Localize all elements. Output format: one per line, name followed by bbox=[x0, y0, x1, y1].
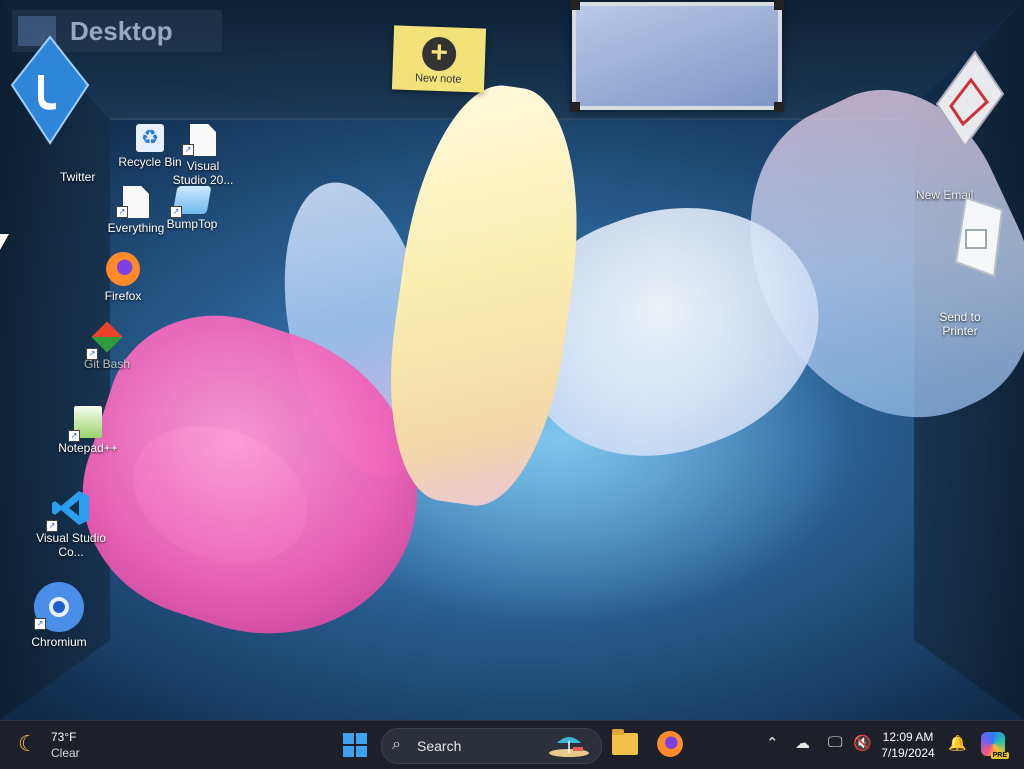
mouse-cursor-icon bbox=[0, 234, 9, 250]
frame-corner bbox=[774, 102, 784, 112]
windows-logo-tile bbox=[343, 746, 354, 757]
desktop-icon-new-email[interactable]: New Email bbox=[910, 50, 1005, 202]
printer-icon bbox=[932, 196, 1004, 284]
copilot-icon[interactable]: PRE bbox=[981, 732, 1009, 759]
onedrive-off-icon[interactable]: ☁ bbox=[795, 734, 810, 752]
desktop-icon-label: Firefox bbox=[104, 289, 142, 303]
desktop-icon-everything[interactable]: ↗ Everything bbox=[106, 186, 166, 235]
frame-corner bbox=[570, 0, 580, 10]
firefox-taskbar-icon[interactable] bbox=[657, 731, 683, 757]
shortcut-arrow-icon: ↗ bbox=[68, 430, 80, 442]
shortcut-arrow-icon: ↗ bbox=[86, 348, 98, 360]
wallpaper-petal bbox=[371, 75, 599, 515]
weather-temperature[interactable]: 73°F bbox=[51, 730, 76, 744]
shortcut-arrow-icon: ↗ bbox=[182, 144, 194, 156]
desktop-icon-chromium[interactable]: ↗ Chromium bbox=[28, 582, 90, 649]
desktop-icon-label: Visual Studio 20... bbox=[172, 159, 234, 187]
recycle-bin-icon: ♻ bbox=[136, 124, 164, 152]
desktop-icon-twitter[interactable]: Twitter bbox=[10, 35, 140, 184]
start-button[interactable] bbox=[343, 733, 367, 757]
desktop-icon-label: Send to Printer bbox=[939, 310, 981, 338]
twitter-icon bbox=[10, 35, 90, 145]
shortcut-arrow-icon: ↗ bbox=[116, 206, 128, 218]
picture-frame[interactable] bbox=[570, 0, 784, 112]
clock-date: 7/19/2024 bbox=[881, 746, 935, 760]
frame-corner bbox=[774, 0, 784, 10]
notifications-bell-icon[interactable]: 🔔 bbox=[948, 734, 967, 752]
windows-logo-tile bbox=[356, 746, 367, 757]
search-box[interactable]: ⌕ Search bbox=[381, 728, 602, 764]
desktop-icon-visual-studio[interactable]: ↗ Visual Studio 20... bbox=[170, 124, 236, 187]
desktop-icon-notepadpp[interactable]: ↗ Notepad++ bbox=[56, 406, 120, 455]
desktop-icon-firefox[interactable]: Firefox bbox=[96, 252, 150, 303]
weather-description[interactable]: Clear bbox=[51, 746, 80, 760]
network-icon[interactable]: 🖵 bbox=[828, 734, 842, 751]
volume-muted-icon[interactable]: 🔇 bbox=[853, 734, 872, 752]
file-explorer-icon[interactable] bbox=[612, 729, 638, 755]
desktop-icon-git-bash[interactable]: ↗ Git Bash bbox=[80, 321, 134, 371]
search-highlight-beach-icon bbox=[547, 733, 591, 757]
clock-time: 12:09 AM bbox=[882, 730, 934, 744]
new-note-button[interactable]: + New note bbox=[391, 25, 487, 93]
moon-icon[interactable]: ☾ bbox=[18, 732, 42, 756]
shortcut-arrow-icon: ↗ bbox=[170, 206, 182, 218]
search-label: Search bbox=[417, 738, 462, 754]
desktop-icon-send-to-printer[interactable]: Send to Printer bbox=[930, 196, 1004, 338]
windows-logo-tile bbox=[343, 733, 354, 744]
email-icon bbox=[917, 50, 1005, 148]
frame-corner bbox=[570, 102, 580, 112]
search-icon: ⌕ bbox=[392, 736, 401, 753]
shortcut-arrow-icon: ↗ bbox=[46, 520, 58, 532]
new-note-label: New note bbox=[414, 72, 462, 86]
desktop-icon-label: Visual Studio Co... bbox=[36, 531, 106, 559]
plus-icon: + bbox=[421, 36, 457, 72]
desktop-icon-label: Chromium bbox=[31, 635, 87, 649]
desktop-icon-label: Notepad++ bbox=[58, 441, 118, 455]
windows-logo-tile bbox=[356, 733, 367, 744]
desktop-icon-label: BumpTop bbox=[166, 217, 218, 231]
clock[interactable]: 12:09 AM 7/19/2024 bbox=[873, 729, 943, 761]
shortcut-arrow-icon: ↗ bbox=[34, 618, 46, 630]
chevron-up-icon[interactable]: ⌃ bbox=[766, 734, 779, 752]
taskbar: ☾ 73°F Clear ⌕ Search ⌃ ☁ 🖵 🔇 12:09 AM 7… bbox=[0, 720, 1024, 769]
desktop-icon-label: Everything bbox=[107, 221, 165, 235]
desktop-icon-bumptop[interactable]: ↗ BumpTop bbox=[162, 186, 222, 231]
firefox-icon bbox=[106, 252, 140, 286]
desktop-icon-label: Twitter bbox=[60, 170, 96, 184]
desktop-icon-vscode[interactable]: ↗ Visual Studio Co... bbox=[36, 488, 106, 559]
desktop-background[interactable]: Desktop + New note Twitter ♻ Recycle Bin… bbox=[0, 0, 1024, 720]
pre-badge: PRE bbox=[990, 752, 1009, 759]
